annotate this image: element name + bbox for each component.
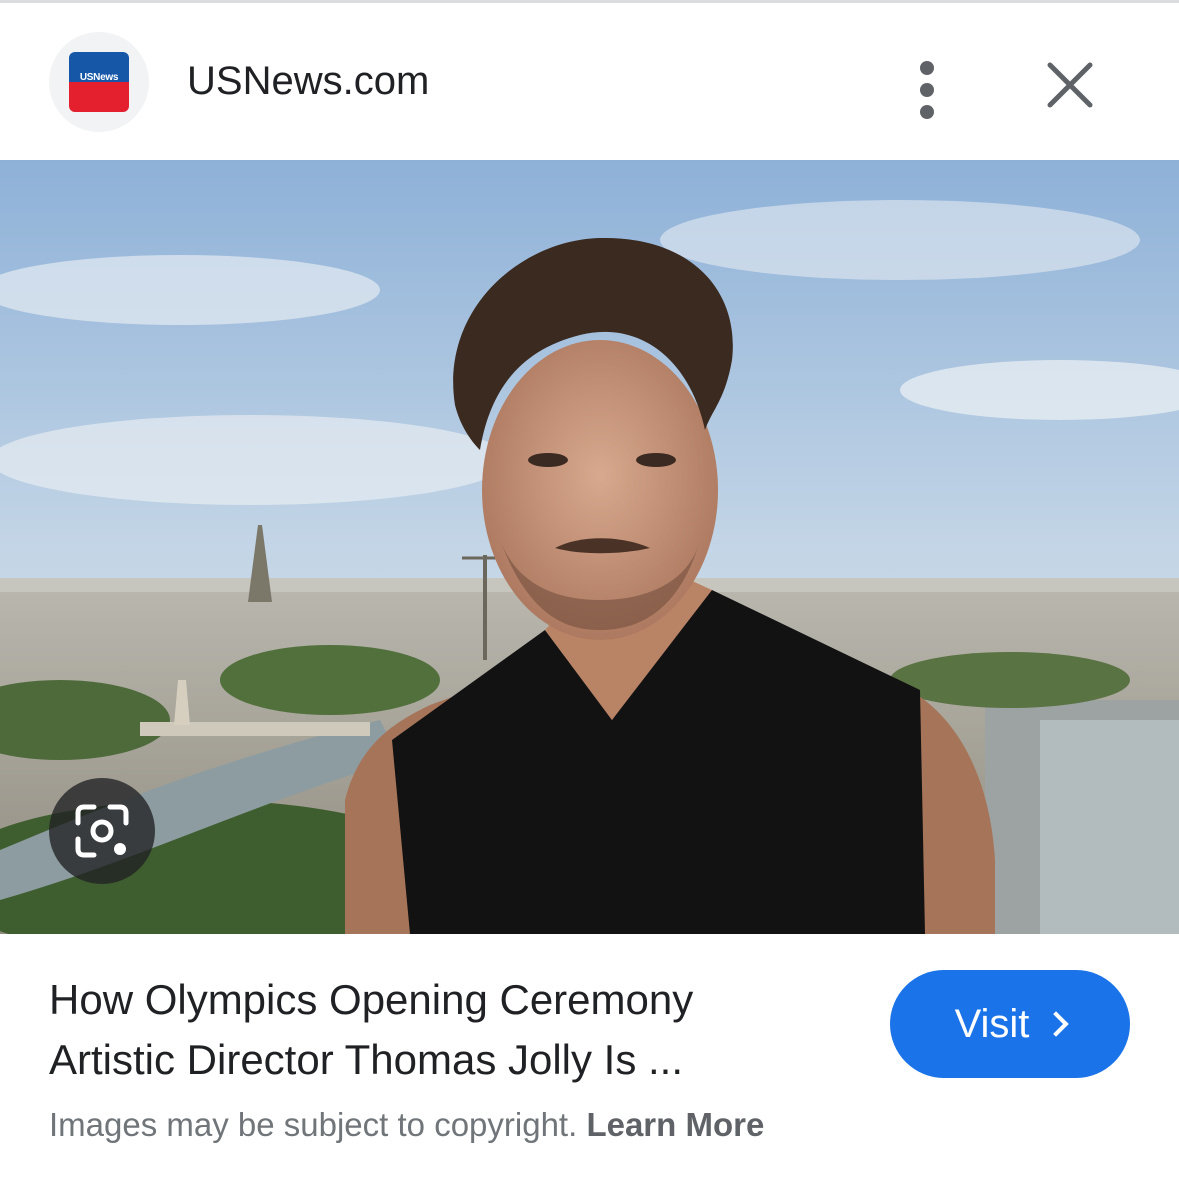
source-header: USNews USNews.com: [0, 3, 1179, 160]
learn-more-link[interactable]: Learn More: [586, 1106, 764, 1143]
logo-text: USNews: [79, 72, 119, 83]
usnews-logo: USNews: [69, 52, 129, 112]
copyright-text: Images may be subject to copyright.: [49, 1106, 578, 1143]
google-lens-icon[interactable]: [49, 778, 155, 884]
visit-button[interactable]: Visit: [890, 970, 1130, 1078]
title-line-1: How Olympics Opening Ceremony: [49, 976, 694, 1023]
close-icon[interactable]: [1040, 57, 1100, 113]
copyright-notice: Images may be subject to copyright. Lear…: [49, 1106, 764, 1144]
site-favicon: USNews: [49, 32, 149, 132]
more-options-icon[interactable]: [907, 53, 947, 119]
title-line-2: Artistic Director Thomas Jolly Is ...: [49, 1036, 684, 1083]
result-title[interactable]: How Olympics Opening Ceremony Artistic D…: [49, 970, 869, 1090]
site-name[interactable]: USNews.com: [187, 57, 429, 105]
result-image[interactable]: [0, 160, 1179, 934]
chevron-right-icon: [1043, 1011, 1070, 1037]
visit-label: Visit: [954, 1001, 1030, 1046]
